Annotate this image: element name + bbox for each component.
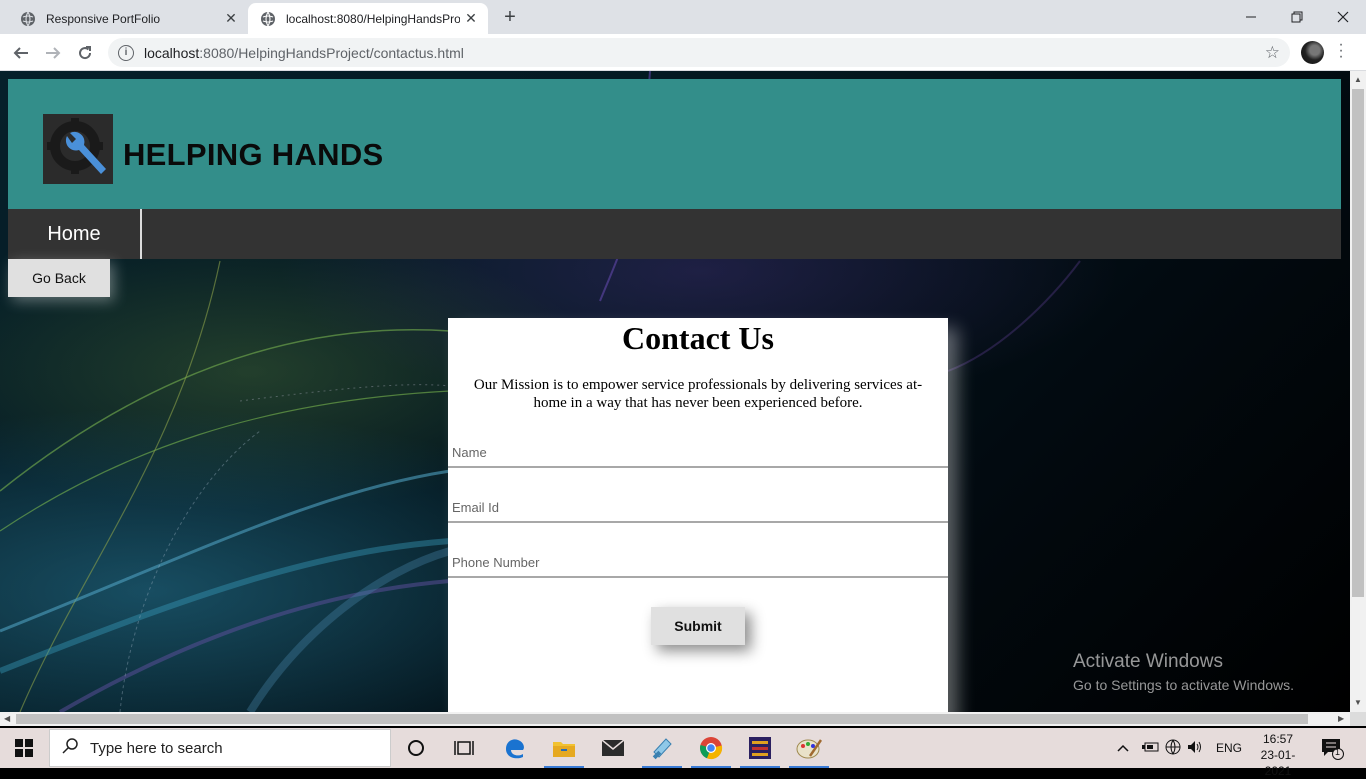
bookmark-star-icon[interactable]: ☆ bbox=[1265, 43, 1280, 63]
scroll-right-icon[interactable]: ▶ bbox=[1338, 714, 1344, 723]
mission-statement: Our Mission is to empower service profes… bbox=[473, 377, 923, 411]
activate-windows-watermark: Activate Windows Go to Settings to activ… bbox=[1073, 651, 1294, 693]
watermark-line1: Activate Windows bbox=[1073, 651, 1223, 672]
paint-icon[interactable] bbox=[785, 728, 833, 768]
clock-time: 16:57 bbox=[1262, 732, 1294, 746]
back-arrow-icon[interactable] bbox=[8, 40, 34, 66]
tab-close-icon[interactable]: ✕ bbox=[220, 10, 242, 27]
tab-title: localhost:8080/HelpingHandsPro bbox=[286, 11, 460, 26]
name-field[interactable] bbox=[448, 438, 948, 468]
file-explorer-icon[interactable] bbox=[540, 728, 588, 768]
go-back-button[interactable]: Go Back bbox=[8, 259, 110, 297]
scrollbar-corner bbox=[1350, 712, 1366, 726]
restore-icon[interactable] bbox=[1274, 0, 1320, 34]
notification-center-icon[interactable]: 1 bbox=[1320, 736, 1344, 760]
site-header: HELPING HANDS bbox=[8, 79, 1341, 209]
taskbar-clock[interactable]: 16:57 23-01-2021 bbox=[1248, 731, 1308, 779]
scroll-down-icon[interactable]: ▼ bbox=[1354, 698, 1362, 707]
horizontal-scroll-thumb[interactable] bbox=[16, 714, 1308, 724]
notification-count: 1 bbox=[1335, 747, 1341, 757]
windows-start-icon[interactable] bbox=[0, 728, 48, 768]
taskbar-search-box[interactable]: Type here to search bbox=[49, 729, 391, 767]
windows-taskbar: Type here to search ENG 16:57 23-01-2021… bbox=[0, 728, 1366, 778]
search-icon bbox=[62, 737, 78, 759]
system-tray: ENG bbox=[1114, 728, 1242, 768]
submit-button[interactable]: Submit bbox=[651, 607, 745, 645]
minimize-icon[interactable] bbox=[1228, 0, 1274, 34]
profile-avatar[interactable] bbox=[1301, 41, 1324, 64]
edge-icon[interactable] bbox=[491, 728, 539, 768]
watermark-line2: Go to Settings to activate Windows. bbox=[1073, 677, 1294, 693]
tab-close-icon[interactable]: ✕ bbox=[460, 10, 482, 27]
horizontal-scrollbar[interactable]: ◀ ▶ bbox=[0, 712, 1350, 726]
email-field[interactable] bbox=[448, 493, 948, 523]
reload-icon[interactable] bbox=[72, 40, 98, 66]
tab-contactus[interactable]: localhost:8080/HelpingHandsPro ✕ bbox=[248, 3, 488, 34]
contact-form-card: Contact Us Our Mission is to empower ser… bbox=[448, 318, 948, 712]
chrome-icon[interactable] bbox=[687, 728, 735, 768]
task-view-icon[interactable] bbox=[440, 728, 488, 768]
mail-icon[interactable] bbox=[589, 728, 637, 768]
chevron-up-icon[interactable] bbox=[1114, 741, 1132, 755]
volume-icon[interactable] bbox=[1184, 740, 1206, 757]
globe-icon bbox=[260, 11, 276, 27]
close-window-icon[interactable] bbox=[1320, 0, 1366, 34]
vertical-scrollbar[interactable]: ▲ ▼ bbox=[1350, 71, 1366, 712]
browser-tab-bar: Responsive PortFolio ✕ localhost:8080/He… bbox=[0, 0, 1366, 34]
menu-dots-icon[interactable]: · · · bbox=[1337, 37, 1345, 65]
cortana-icon[interactable] bbox=[392, 728, 440, 768]
globe-icon bbox=[20, 11, 36, 27]
scroll-left-icon[interactable]: ◀ bbox=[4, 714, 10, 723]
site-title: HELPING HANDS bbox=[123, 137, 384, 172]
nav-home-link[interactable]: Home bbox=[8, 209, 142, 259]
java-app-icon[interactable] bbox=[736, 728, 784, 768]
notepad-icon[interactable] bbox=[638, 728, 686, 768]
forward-arrow-icon[interactable] bbox=[40, 40, 66, 66]
wrench-gear-icon bbox=[43, 114, 113, 184]
network-globe-icon[interactable] bbox=[1162, 739, 1184, 758]
clock-date: 23-01-2021 bbox=[1260, 748, 1296, 778]
new-tab-button[interactable]: + bbox=[498, 5, 522, 29]
tab-title: Responsive PortFolio bbox=[46, 11, 161, 26]
navigation-bar: Home bbox=[8, 209, 1341, 259]
search-placeholder: Type here to search bbox=[90, 739, 223, 757]
address-bar: i localhost:8080/HelpingHandsProject/con… bbox=[0, 34, 1366, 71]
vertical-scroll-thumb[interactable] bbox=[1352, 89, 1364, 597]
url-field[interactable]: i localhost:8080/HelpingHandsProject/con… bbox=[108, 38, 1290, 67]
battery-icon[interactable] bbox=[1138, 741, 1162, 756]
contact-title: Contact Us bbox=[622, 320, 774, 356]
language-indicator[interactable]: ENG bbox=[1216, 741, 1242, 755]
info-icon[interactable]: i bbox=[118, 44, 134, 61]
scroll-up-icon[interactable]: ▲ bbox=[1354, 75, 1362, 84]
url-text: localhost:8080/HelpingHandsProject/conta… bbox=[144, 44, 464, 61]
phone-field[interactable] bbox=[448, 548, 948, 578]
page-viewport: HELPING HANDS Home Go Back Contact Us Ou… bbox=[0, 71, 1350, 712]
tab-responsive-portfolio[interactable]: Responsive PortFolio ✕ bbox=[8, 3, 248, 34]
